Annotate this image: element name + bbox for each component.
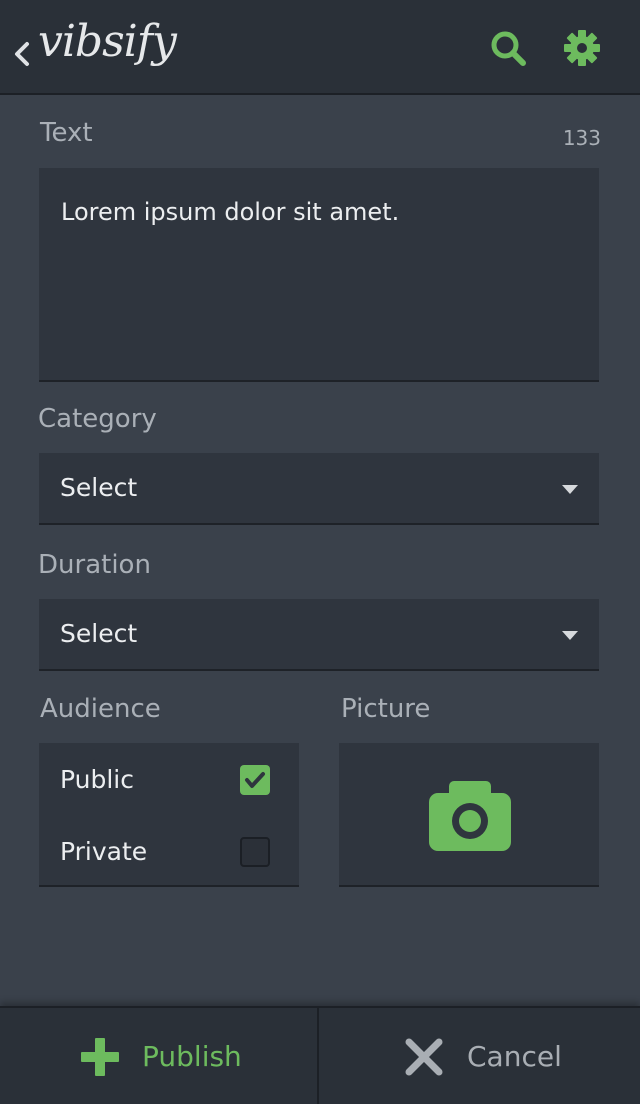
text-label: Text [40,118,93,148]
back-button[interactable] [12,38,32,70]
close-icon [405,1038,443,1076]
picture-label: Picture [341,694,431,724]
audience-option-public[interactable]: Public [39,743,299,815]
duration-select[interactable]: Select [39,599,599,671]
audience-label: Audience [40,694,161,724]
picture-upload[interactable] [339,743,599,887]
option-label: Public [60,765,134,794]
caret-down-icon [562,485,578,494]
publish-button[interactable]: Publish [0,1008,317,1104]
app-header: vibsify [0,0,640,95]
duration-value: Select [60,619,138,648]
char-counter: 133 [562,126,601,150]
chevron-left-icon [15,42,29,66]
search-icon [491,31,526,66]
app-logo[interactable]: vibsify [38,16,177,67]
text-input[interactable]: Lorem ipsum dolor sit amet. [39,168,599,382]
settings-button[interactable] [562,28,602,68]
public-checkbox[interactable] [240,765,270,795]
caret-down-icon [562,631,578,640]
category-select[interactable]: Select [39,453,599,525]
action-bar: Publish Cancel [0,1006,640,1104]
option-label: Private [60,837,148,866]
camera-icon [429,781,511,851]
cancel-button[interactable]: Cancel [319,1008,636,1104]
category-label: Category [38,404,157,434]
audience-options: Public Private [39,743,299,887]
category-value: Select [60,473,138,502]
duration-label: Duration [38,550,151,580]
plus-icon [81,1038,119,1076]
private-checkbox[interactable] [240,837,270,867]
cancel-label: Cancel [467,1040,562,1073]
check-icon [245,772,265,788]
search-button[interactable] [488,28,528,68]
gear-icon [564,30,600,66]
publish-label: Publish [142,1040,242,1073]
audience-option-private[interactable]: Private [39,815,299,887]
